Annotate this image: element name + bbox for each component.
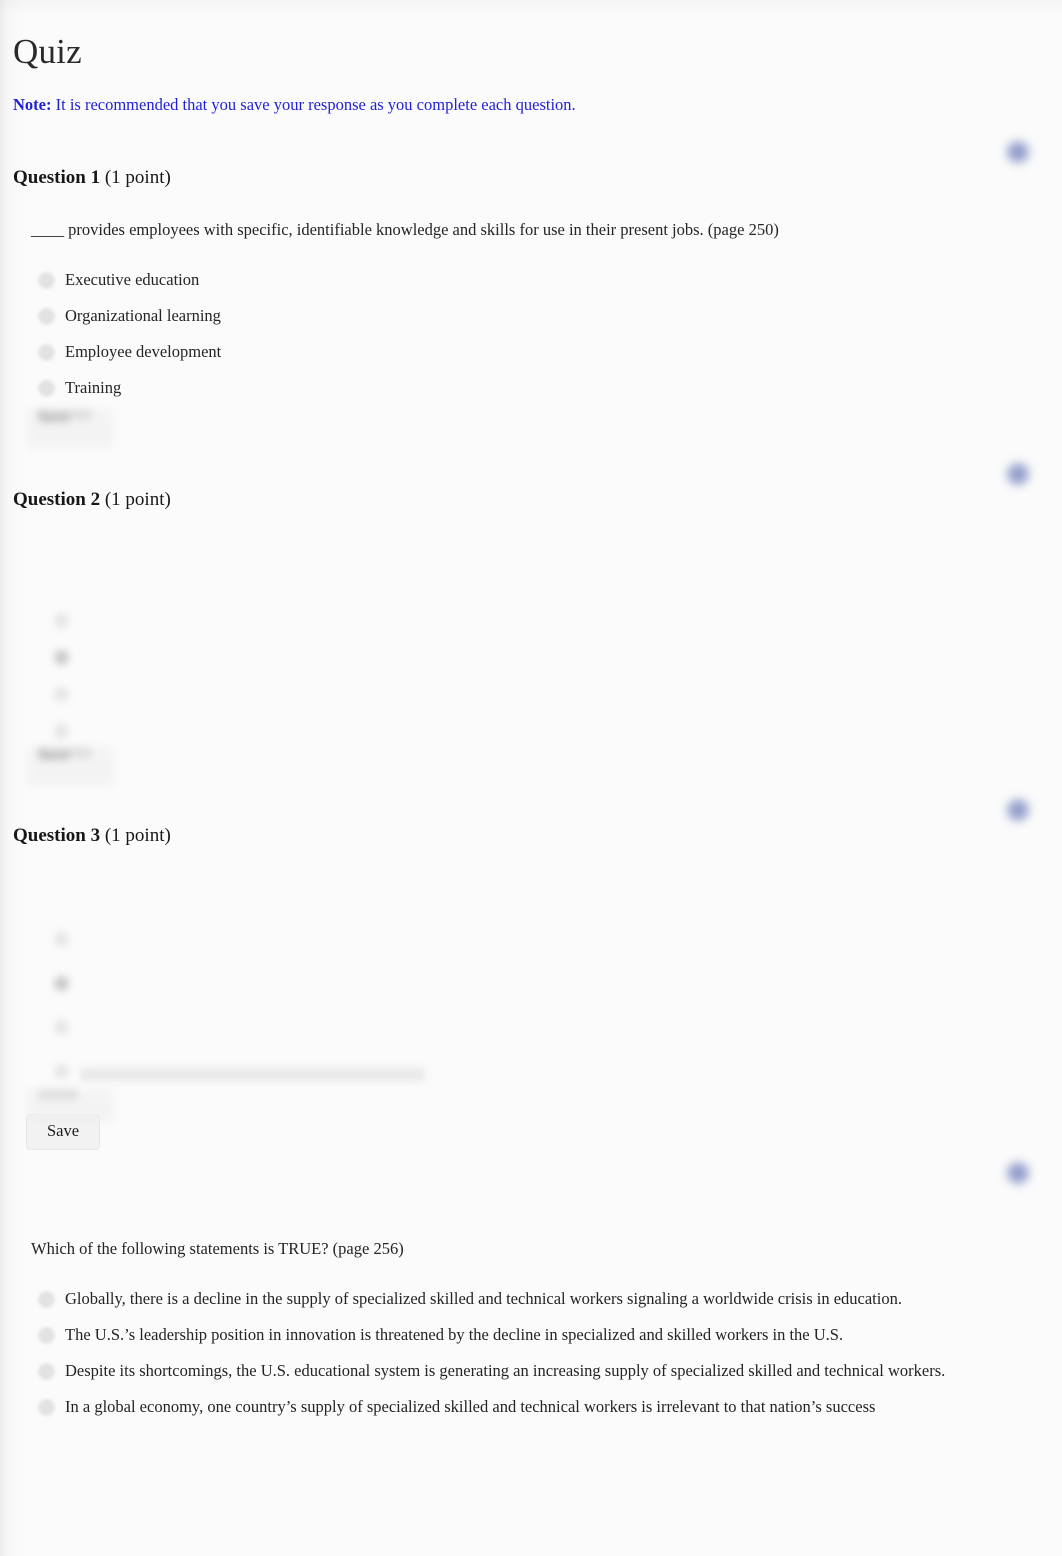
radio-button-icon[interactable] <box>39 1399 54 1415</box>
option-label: Organizational learning <box>65 305 221 325</box>
note-label: Note: <box>13 95 52 114</box>
question-2-heading: Question 2 (1 point) <box>13 489 1062 511</box>
question-2-prompt <box>13 511 1062 607</box>
question-2-points: (1 point) <box>104 488 171 510</box>
option-row[interactable] <box>13 1064 1062 1082</box>
flag-icon[interactable] <box>1005 138 1031 165</box>
radio-button-icon[interactable] <box>54 723 69 739</box>
radio-button-icon[interactable] <box>54 649 69 665</box>
option-row[interactable]: The U.S.’s leadership position in innova… <box>13 1324 1062 1346</box>
radio-button-icon[interactable] <box>39 1292 54 1308</box>
question-1-prompt: ____ provides employees with specific, i… <box>31 219 779 239</box>
note-banner: Note: It is recommended that you save yo… <box>0 69 1062 115</box>
save-button-label: Save <box>38 408 92 426</box>
option-label: Despite its shortcomings, the U.S. educa… <box>65 1360 946 1380</box>
option-row[interactable]: In a global economy, one country’s suppl… <box>13 1396 1062 1418</box>
option-row[interactable]: Despite its shortcomings, the U.S. educa… <box>13 1360 1062 1382</box>
question-3-points: (1 point) <box>104 824 171 846</box>
option-label: Employee development <box>65 341 222 361</box>
radio-button-icon[interactable] <box>54 1064 69 1080</box>
option-row[interactable] <box>13 723 1062 739</box>
question-3-label: Question 3 <box>13 824 101 846</box>
option-row[interactable]: Organizational learning <box>13 305 1062 327</box>
question-3-heading: Question 3 (1 point) <box>13 825 1062 847</box>
option-label: The U.S.’s leadership position in innova… <box>65 1325 844 1345</box>
radio-button-icon[interactable] <box>39 1363 54 1379</box>
quiz-page: Quiz Note: It is recommended that you sa… <box>0 0 1062 1556</box>
save-button-label: Save <box>38 746 92 764</box>
option-label: In a global economy, one country’s suppl… <box>65 1396 876 1416</box>
note-text: It is recommended that you save your res… <box>51 95 576 114</box>
flag-icon[interactable] <box>1005 460 1031 487</box>
question-block-4: Which of the following statements is TRU… <box>0 1150 1062 1418</box>
radio-button-icon[interactable] <box>54 612 69 628</box>
option-row[interactable]: Training <box>13 377 1062 399</box>
radio-button-icon[interactable] <box>54 976 69 992</box>
question-1-points: (1 point) <box>104 166 171 188</box>
option-row[interactable] <box>13 686 1062 702</box>
question-block-3: Question 3 (1 point) Save <box>0 787 1062 1150</box>
option-label: Executive education <box>65 269 200 289</box>
option-row[interactable] <box>13 649 1062 665</box>
save-button[interactable]: Save <box>26 408 114 449</box>
option-row[interactable] <box>13 1020 1062 1036</box>
question-3-prompt <box>13 846 1062 928</box>
radio-button-icon[interactable] <box>54 1020 69 1036</box>
question-4-options: Globally, there is a decline in the supp… <box>13 1288 1062 1418</box>
option-row[interactable]: Employee development <box>13 341 1062 363</box>
option-row[interactable] <box>13 612 1062 628</box>
question-1-label: Question 1 <box>13 166 101 188</box>
save-button[interactable]: Save <box>26 746 114 787</box>
question-1-heading: Question 1 (1 point) <box>13 167 1062 189</box>
question-2-options <box>13 612 1062 739</box>
flag-icon[interactable] <box>1005 1159 1031 1186</box>
option-label: Training <box>65 377 122 397</box>
page-title: Quiz <box>13 32 82 71</box>
option-row[interactable] <box>13 976 1062 992</box>
radio-button-icon[interactable] <box>39 380 54 396</box>
radio-button-icon[interactable] <box>39 1328 54 1344</box>
option-row[interactable]: Globally, there is a decline in the supp… <box>13 1288 1062 1310</box>
save-button-label <box>38 1089 78 1101</box>
question-4-prompt: Which of the following statements is TRU… <box>31 1238 404 1258</box>
radio-button-icon[interactable] <box>39 308 54 324</box>
option-row[interactable]: Executive education <box>13 269 1062 291</box>
question-3-options <box>13 932 1062 1082</box>
radio-button-icon[interactable] <box>54 932 69 948</box>
question-2-label: Question 2 <box>13 488 101 510</box>
option-row[interactable] <box>13 932 1062 948</box>
flag-icon[interactable] <box>1005 796 1031 823</box>
option-label: Globally, there is a decline in the supp… <box>65 1289 902 1309</box>
question-1-options: Executive education Organizational learn… <box>13 269 1062 399</box>
option-label <box>80 1068 425 1082</box>
radio-button-icon[interactable] <box>54 686 69 702</box>
question-block-2: Question 2 (1 point) Save <box>0 449 1062 787</box>
radio-button-icon[interactable] <box>39 272 54 288</box>
question-block-1: Question 1 (1 point) ____ provides emplo… <box>0 115 1062 449</box>
save-button-obscured[interactable] <box>26 1089 114 1124</box>
radio-button-icon[interactable] <box>39 344 54 360</box>
